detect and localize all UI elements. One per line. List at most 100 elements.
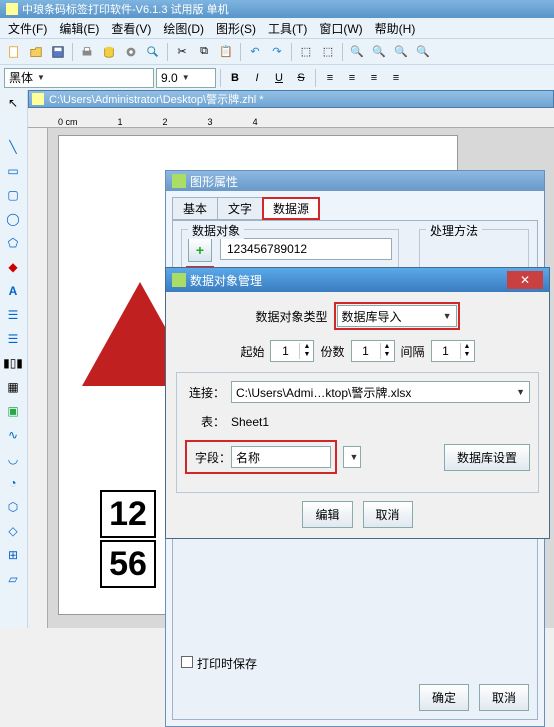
- tool-b-icon[interactable]: ⬚: [318, 42, 338, 62]
- label-box[interactable]: 56: [100, 540, 156, 588]
- menu-view[interactable]: 查看(V): [107, 19, 155, 38]
- grid-tool-icon[interactable]: ⊞: [2, 544, 24, 566]
- menu-draw[interactable]: 绘图(D): [159, 19, 208, 38]
- gear-icon[interactable]: [121, 42, 141, 62]
- document-titlebar: C:\Users\Administrator\Desktop\警示牌.zhl *: [28, 90, 554, 108]
- start-label: 起始: [240, 343, 264, 360]
- menu-tool[interactable]: 工具(T): [264, 19, 311, 38]
- font-name-select[interactable]: 黑体 ▼: [4, 68, 154, 88]
- cancel-button[interactable]: 取消: [479, 684, 529, 711]
- table-label: 表：: [185, 413, 225, 430]
- field-dropdown-button[interactable]: ▼: [343, 446, 361, 468]
- list-b-tool-icon[interactable]: ☰: [2, 328, 24, 350]
- chevron-down-icon: ▼: [516, 387, 525, 397]
- hex-tool-icon[interactable]: ⬡: [2, 496, 24, 518]
- gap-label: 间隔: [401, 343, 425, 360]
- diamond-tool-icon[interactable]: ◇: [2, 520, 24, 542]
- align-right-icon[interactable]: ≡: [364, 68, 384, 88]
- dialog-titlebar[interactable]: 图形属性: [166, 171, 544, 191]
- cancel-button[interactable]: 取消: [363, 501, 413, 528]
- data-object-item[interactable]: 123456789012: [227, 242, 307, 256]
- edit-button[interactable]: 编辑: [302, 501, 352, 528]
- fill-tool-icon[interactable]: ◆: [2, 256, 24, 278]
- connection-label: 连接：: [185, 384, 225, 401]
- rect-tool-icon[interactable]: ▭: [2, 160, 24, 182]
- italic-button[interactable]: I: [247, 68, 267, 88]
- find-icon[interactable]: [143, 42, 163, 62]
- menu-file[interactable]: 文件(F): [4, 19, 51, 38]
- paste-icon[interactable]: 📋: [216, 42, 236, 62]
- connection-value: C:\Users\Admi…ktop\警示牌.xlsx: [236, 384, 411, 401]
- menu-shape[interactable]: 图形(S): [212, 19, 260, 38]
- app-title: 中琅条码标签打印软件-V6.1.3 试用版 单机: [22, 1, 229, 17]
- curve-tool-icon[interactable]: ∿: [2, 424, 24, 446]
- misc-tool-icon[interactable]: ▱: [2, 568, 24, 590]
- save-icon[interactable]: [48, 42, 68, 62]
- menu-edit[interactable]: 编辑(E): [55, 19, 103, 38]
- undo-icon[interactable]: ↶: [245, 42, 265, 62]
- roundrect-tool-icon[interactable]: ▢: [2, 184, 24, 206]
- dialog-icon: [172, 174, 186, 188]
- zoomout-icon[interactable]: 🔍: [369, 42, 389, 62]
- barcode-a-tool-icon[interactable]: ▮▯▮: [2, 352, 24, 374]
- cut-icon[interactable]: ✂: [172, 42, 192, 62]
- font-size-select[interactable]: 9.0 ▼: [156, 68, 216, 88]
- tab-datasource[interactable]: 数据源: [262, 197, 320, 220]
- type-label: 数据对象类型: [255, 308, 327, 325]
- image-tool-icon[interactable]: ▣: [2, 400, 24, 422]
- dialog-titlebar[interactable]: 数据对象管理 ✕: [166, 268, 549, 292]
- connection-combobox[interactable]: C:\Users\Admi…ktop\警示牌.xlsx ▼: [231, 381, 530, 403]
- add-object-button[interactable]: +: [188, 238, 212, 262]
- text-tool-icon[interactable]: A: [2, 280, 24, 302]
- db-icon[interactable]: [99, 42, 119, 62]
- zoom2-icon[interactable]: 🔍: [413, 42, 433, 62]
- start-spinbox[interactable]: 1▲▼: [270, 340, 314, 362]
- gap-spinbox[interactable]: 1▲▼: [431, 340, 475, 362]
- line-tool-icon[interactable]: ╲: [2, 136, 24, 158]
- document-path: C:\Users\Administrator\Desktop\警示牌.zhl *: [49, 91, 264, 107]
- tab-basic[interactable]: 基本: [172, 197, 218, 220]
- new-icon[interactable]: [4, 42, 24, 62]
- align-left-icon[interactable]: ≡: [320, 68, 340, 88]
- db-settings-button[interactable]: 数据库设置: [444, 444, 530, 471]
- font-size-value: 9.0: [161, 71, 178, 85]
- close-button[interactable]: ✕: [507, 271, 543, 289]
- app-icon: [6, 3, 18, 15]
- data-object-list[interactable]: 123456789012: [220, 238, 392, 260]
- zoom1-icon[interactable]: 🔍: [391, 42, 411, 62]
- menu-window[interactable]: 窗口(W): [315, 19, 366, 38]
- ok-button[interactable]: 确定: [419, 684, 469, 711]
- group-label: 处理方法: [426, 222, 482, 239]
- pointer-tool-icon[interactable]: ↖: [2, 92, 24, 114]
- list-a-tool-icon[interactable]: ☰: [2, 304, 24, 326]
- tab-text[interactable]: 文字: [217, 197, 263, 220]
- arc-tool-icon[interactable]: ◡: [2, 448, 24, 470]
- bold-button[interactable]: B: [225, 68, 245, 88]
- open-icon[interactable]: [26, 42, 46, 62]
- type-combobox[interactable]: 数据库导入 ▼: [337, 305, 457, 327]
- pie-tool-icon[interactable]: ◔: [2, 472, 24, 494]
- toolbar-font: 黑体 ▼ 9.0 ▼ B I U S ≡ ≡ ≡ ≡: [0, 64, 554, 90]
- align-center-icon[interactable]: ≡: [342, 68, 362, 88]
- menu-help[interactable]: 帮助(H): [371, 19, 420, 38]
- align-justify-icon[interactable]: ≡: [386, 68, 406, 88]
- ruler-vertical: [28, 128, 48, 628]
- ruler-tick: 2: [163, 117, 168, 127]
- strike-button[interactable]: S: [291, 68, 311, 88]
- copy-icon[interactable]: ⧉: [194, 42, 214, 62]
- ruler-tick: 3: [208, 117, 213, 127]
- tool-a-icon[interactable]: ⬚: [296, 42, 316, 62]
- printsave-checkbox[interactable]: 打印时保存: [181, 657, 257, 671]
- ruler-tick: 4: [253, 117, 258, 127]
- barcode-b-tool-icon[interactable]: ▦: [2, 376, 24, 398]
- zoomin-icon[interactable]: 🔍: [347, 42, 367, 62]
- redo-icon[interactable]: ↷: [267, 42, 287, 62]
- polygon-tool-icon[interactable]: ⬠: [2, 232, 24, 254]
- app-titlebar: 中琅条码标签打印软件-V6.1.3 试用版 单机: [0, 0, 554, 18]
- field-combobox[interactable]: 名称: [231, 446, 331, 468]
- print-icon[interactable]: [77, 42, 97, 62]
- label-box[interactable]: 12: [100, 490, 156, 538]
- underline-button[interactable]: U: [269, 68, 289, 88]
- ellipse-tool-icon[interactable]: ◯: [2, 208, 24, 230]
- count-spinbox[interactable]: 1▲▼: [351, 340, 395, 362]
